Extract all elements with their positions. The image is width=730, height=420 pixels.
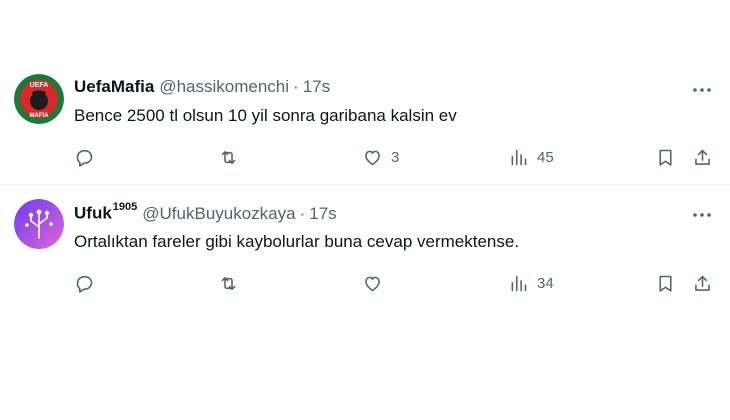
tweet-text: Ortalıktan fareler gibi kaybolurlar buna… (74, 232, 520, 251)
share-button[interactable] (692, 145, 713, 169)
reply-icon (76, 149, 93, 167)
display-name[interactable]: Ufuk1905 (74, 201, 138, 224)
bookmark-icon (659, 149, 672, 166)
like-icon (365, 276, 380, 291)
views-icon (511, 149, 527, 165)
display-name[interactable]: UefaMafia (74, 77, 154, 97)
user-handle[interactable]: @UfukBuyukozkaya (142, 204, 295, 224)
tweet[interactable]: Ufuk1905 @UfukBuyukozkaya · 17s Ortalıkt… (0, 185, 730, 309)
timestamp[interactable]: 17s (309, 204, 336, 224)
retweet-button[interactable] (218, 271, 247, 295)
action-bar: 34 (74, 271, 714, 295)
bookmark-button[interactable] (655, 145, 676, 169)
share-icon (695, 149, 710, 165)
name-suffix: 1905 (112, 201, 138, 213)
tweet-text: Bence 2500 tl olsun 10 yil sonra gariban… (74, 106, 457, 125)
separator: · (299, 203, 306, 223)
share-icon (695, 275, 710, 291)
retweet-icon (221, 276, 236, 290)
reply-button[interactable] (74, 145, 103, 169)
avatar[interactable]: UEFA MAFIA (14, 74, 64, 124)
separator: · (293, 77, 299, 96)
reply-icon (76, 275, 93, 293)
user-handle[interactable]: @hassikomenchi (159, 77, 289, 97)
like-icon (365, 150, 380, 165)
view-count: 45 (537, 148, 554, 166)
like-count: 3 (391, 148, 400, 166)
more-icon[interactable] (692, 205, 712, 225)
view-count: 34 (537, 274, 554, 292)
like-button[interactable]: 3 (362, 145, 399, 169)
action-bar: 3 45 (74, 145, 714, 169)
reply-button[interactable] (74, 271, 103, 295)
timestamp[interactable]: 17s (303, 77, 330, 97)
bookmark-button[interactable] (655, 271, 676, 295)
like-button[interactable] (362, 271, 391, 295)
retweet-icon (221, 150, 236, 164)
more-icon[interactable] (692, 80, 712, 100)
views-button[interactable]: 34 (508, 271, 554, 295)
views-button[interactable]: 45 (508, 145, 554, 169)
avatar-label-top: UEFA (30, 82, 49, 89)
display-name-text: Ufuk (74, 203, 112, 223)
tweet-header: UefaMafia @hassikomenchi · 17s (74, 77, 330, 97)
tweet-header: Ufuk1905 @UfukBuyukozkaya · 17s (74, 201, 337, 224)
bookmark-icon (659, 275, 672, 292)
retweet-button[interactable] (218, 145, 247, 169)
avatar[interactable] (14, 199, 64, 249)
views-icon (511, 275, 527, 291)
share-button[interactable] (692, 271, 713, 295)
tweet[interactable]: UEFA MAFIA UefaMafia @hassikomenchi · 17… (0, 60, 730, 184)
avatar-label-bottom: MAFIA (30, 113, 50, 119)
